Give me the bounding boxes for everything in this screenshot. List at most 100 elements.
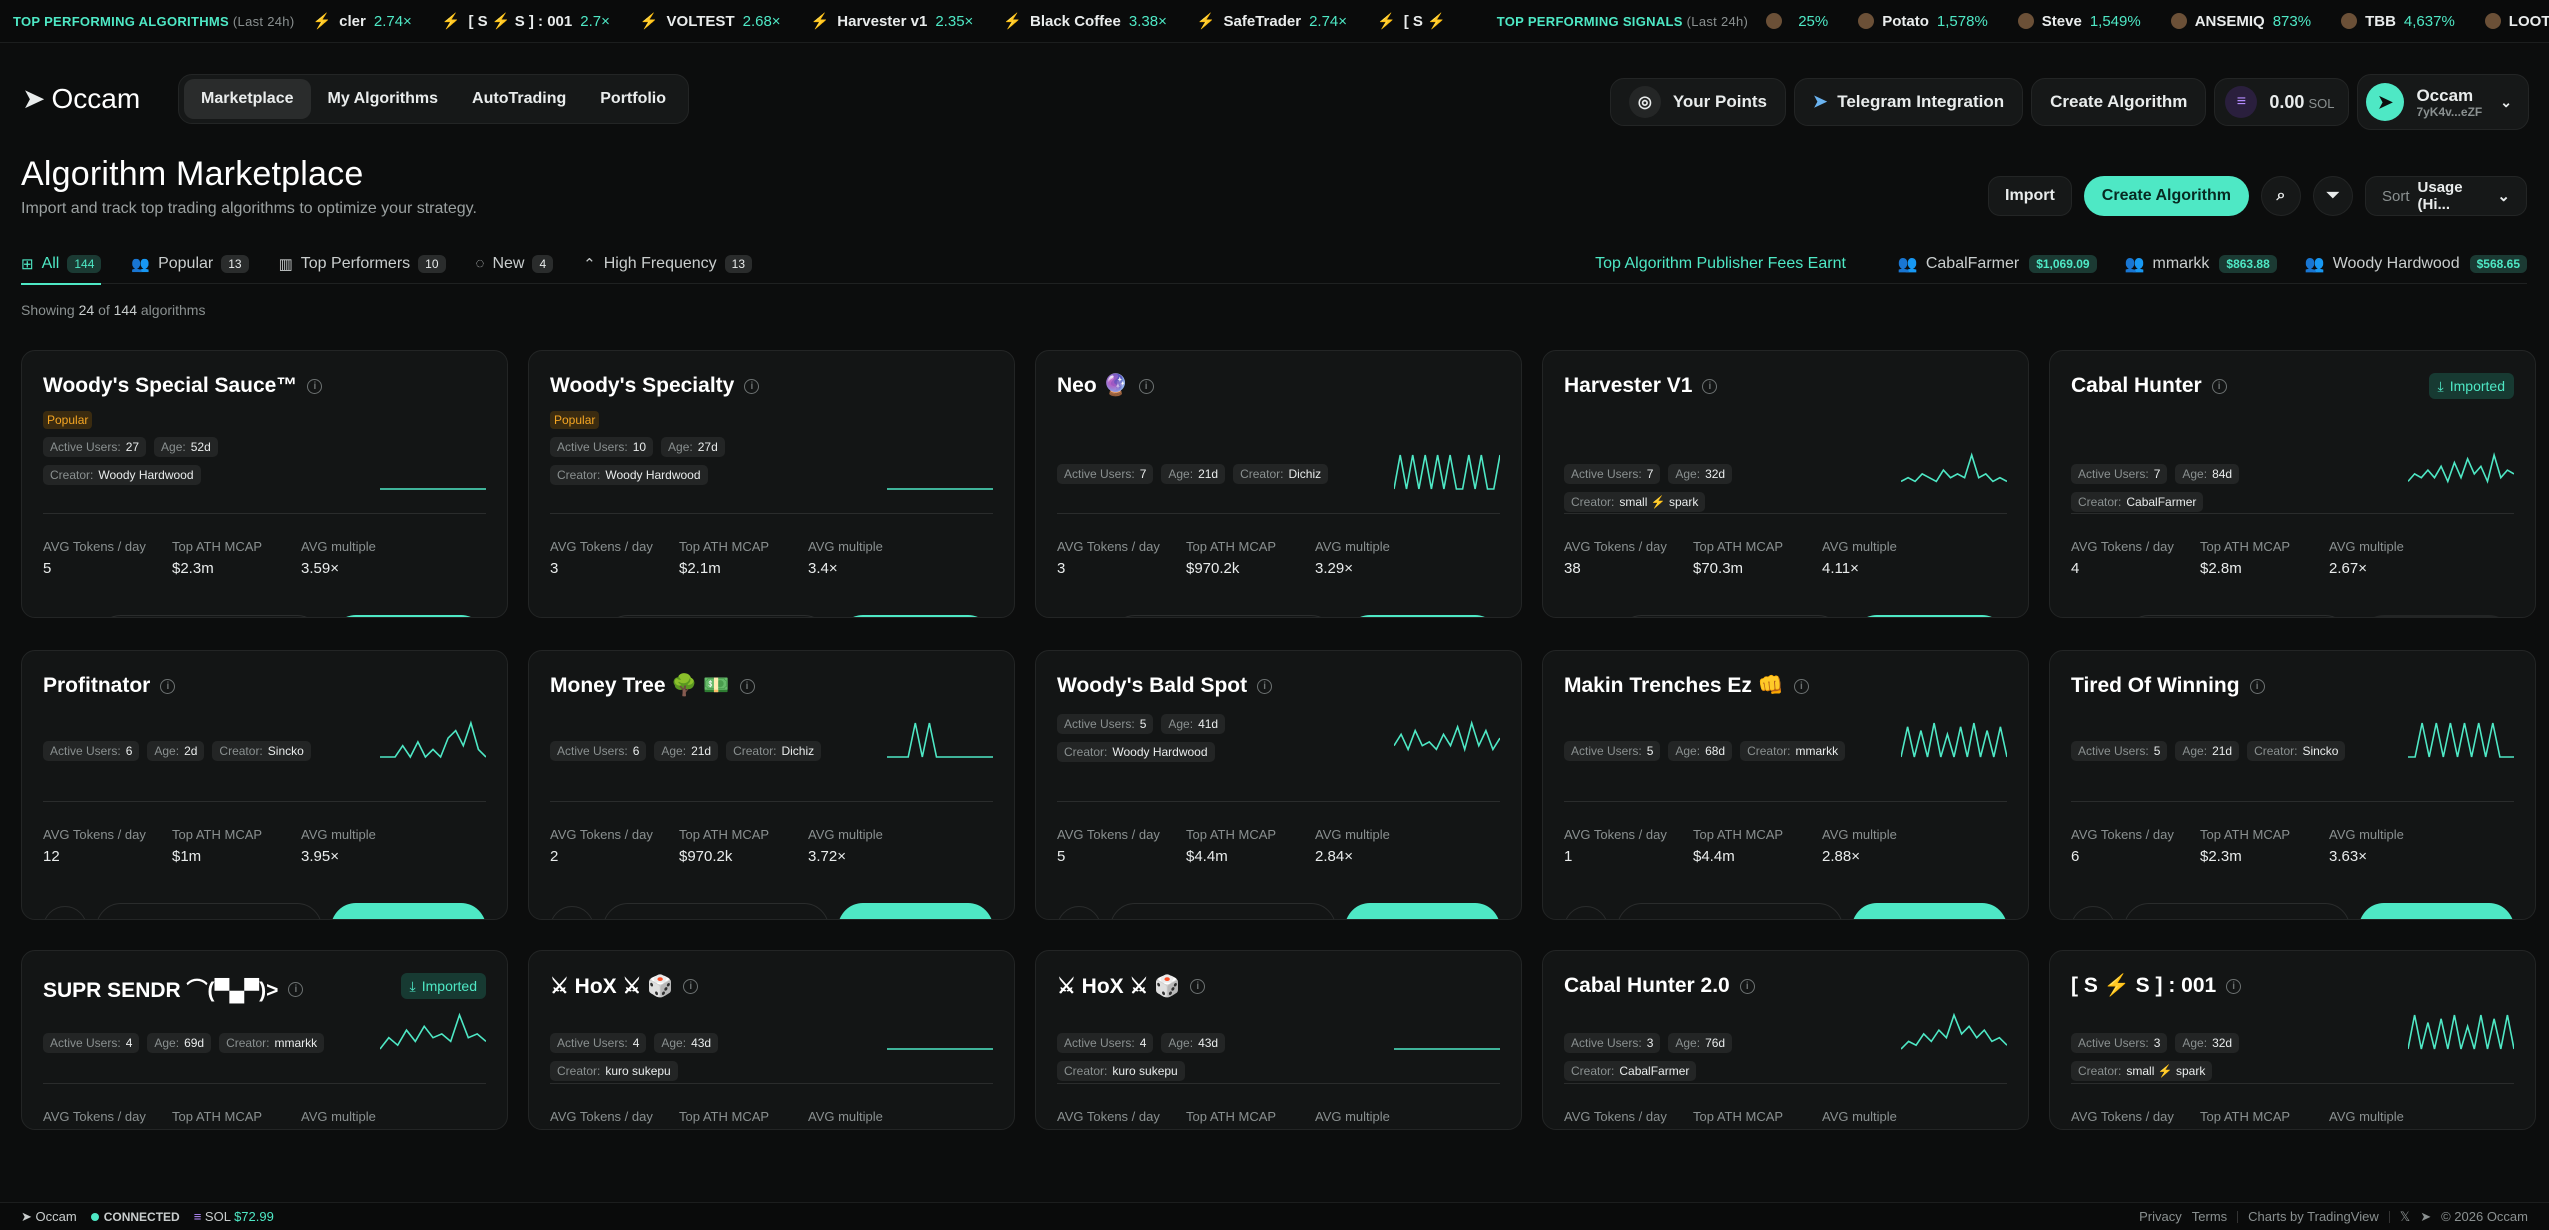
filter-tab-all[interactable]: ⊞ All 144 [21, 244, 102, 285]
import-button[interactable]: Import [331, 903, 486, 919]
ticker-item[interactable]: ⚡ VOLTEST 2.68× [640, 12, 781, 31]
ticker-item[interactable]: Steve 1,549% [2017, 13, 2141, 30]
palette-button[interactable]: 🎨 [550, 906, 594, 919]
info-icon[interactable]: i [739, 678, 755, 694]
algorithm-card[interactable]: Tired Of Winning i Active Users: 5 Age: 21d… [2049, 650, 2536, 920]
simulate-trades-button[interactable]: Simulate Trades [1110, 903, 1336, 919]
info-icon[interactable]: i [2211, 378, 2227, 394]
import-button[interactable]: Import [838, 615, 993, 617]
info-icon[interactable]: i [1793, 678, 1809, 694]
creator-chip[interactable]: Creator: CabalFarmer [1564, 1061, 1697, 1081]
filter-tab-high-frequency[interactable]: ⌃ High Frequency 13 [583, 244, 753, 284]
creator-chip[interactable]: Creator: mmarkk [1740, 741, 1846, 761]
creator-chip[interactable]: Creator: CabalFarmer [2071, 492, 2204, 512]
algorithm-card[interactable]: SUPR SENDR ⌒(▀▄▀)> i ⤓ Imported Active User… [21, 950, 508, 1130]
algorithm-card[interactable]: Woody's Bald Spot i Active Users: 5 Age: 41… [1035, 650, 1522, 920]
creator-chip[interactable]: Creator: mmarkk [219, 1033, 325, 1053]
creator-chip[interactable]: Creator: kuro sukepu [550, 1061, 678, 1081]
algorithm-card[interactable]: Makin Trenches Ez 👊 i Active Users: 5 Age:… [1542, 650, 2029, 920]
remove-button[interactable]: Remove [2359, 615, 2514, 617]
simulate-trades-button[interactable]: Simulate Trades [603, 903, 829, 919]
simulate-trades-button[interactable]: Simulate Trades [1110, 615, 1336, 617]
simulate-trades-button[interactable]: Simulate Trades [96, 903, 322, 919]
ticker-item[interactable]: ANSEMIQ 873% [2170, 13, 2311, 30]
filter-tab-popular[interactable]: 👥 Popular 13 [131, 244, 249, 284]
info-icon[interactable]: i [1702, 378, 1718, 394]
simulate-trades-button[interactable]: Simulate Trades [603, 615, 829, 617]
creator-chip[interactable]: Creator: kuro sukepu [1057, 1061, 1185, 1081]
algorithm-card[interactable]: [ S ⚡ S ] : 001 i Active Users: 3 Age: 32d … [2049, 950, 2536, 1130]
simulate-trades-button[interactable]: Simulate Trades [96, 615, 322, 617]
simulate-trades-button[interactable]: Simulate Trades [2124, 615, 2350, 617]
algorithm-card[interactable]: Profitnator i Active Users: 6 Age: 2d Creat… [21, 650, 508, 920]
algorithm-card[interactable]: Cabal Hunter 2.0 i Active Users: 3 Age: 76d… [1542, 950, 2029, 1130]
info-icon[interactable]: i [2249, 678, 2265, 694]
fee-publisher[interactable]: 👥 Woody Hardwood $568.65 [2305, 254, 2527, 274]
tab-portfolio[interactable]: Portfolio [583, 79, 683, 119]
ticker-item[interactable]: Potato 1,578% [1858, 13, 1988, 30]
telegram-integration-button[interactable]: ➤ Telegram Integration [1793, 78, 2024, 126]
algorithm-card[interactable]: Money Tree 🌳 💵 i Active Users: 6 Age: 21d C… [528, 650, 1015, 920]
ticker-item[interactable]: LOOT1,835% [2484, 13, 2549, 30]
info-icon[interactable]: i [307, 378, 323, 394]
simulate-trades-button[interactable]: Simulate Trades [1617, 903, 1843, 919]
algorithm-card[interactable]: Woody's Specialty i Popular Active Users: 1… [528, 350, 1015, 618]
simulate-trades-button[interactable]: Simulate Trades [2124, 903, 2350, 919]
sort-select[interactable]: Sort Usage (Hi... ⌄ [2365, 176, 2527, 216]
creator-chip[interactable]: Creator: Sincko [212, 741, 311, 761]
info-icon[interactable]: i [2226, 978, 2242, 994]
import-button[interactable]: Import [1852, 903, 2007, 919]
x-icon[interactable]: 𝕏 [2400, 1209, 2410, 1225]
import-button[interactable]: Import [838, 903, 993, 919]
info-icon[interactable]: i [1739, 978, 1755, 994]
creator-chip[interactable]: Creator: Woody Hardwood [550, 465, 708, 485]
algorithm-card[interactable]: ⚔ HoX ⚔ 🎲 i Active Users: 4 Age: 43d Creato… [528, 950, 1015, 1130]
logo[interactable]: ➤ Occam [22, 82, 140, 115]
ticker-item[interactable]: TBB 4,637% [2341, 13, 2455, 30]
filter-tab-new[interactable]: ◌ New 4 [476, 244, 554, 284]
tab-marketplace[interactable]: Marketplace [184, 79, 311, 119]
info-icon[interactable]: i [1138, 378, 1154, 394]
tradingview-link[interactable]: Charts by TradingView [2248, 1209, 2379, 1224]
simulate-trades-button[interactable]: Simulate Trades [1617, 615, 1843, 617]
info-icon[interactable]: i [1257, 678, 1273, 694]
ticker-item[interactable]: ⚡ Harvester v1 2.35× [811, 12, 974, 31]
terms-link[interactable]: Terms [2192, 1209, 2227, 1224]
palette-button[interactable]: 🎨 [1564, 906, 1608, 919]
filter-button[interactable]: ⏷ [2313, 176, 2353, 216]
creator-chip[interactable]: Creator: Dichiz [1233, 464, 1329, 484]
info-icon[interactable]: i [1190, 979, 1206, 994]
tab-my-algorithms[interactable]: My Algorithms [311, 79, 456, 119]
info-icon[interactable]: i [744, 378, 760, 394]
filter-tab-top-performers[interactable]: ▥ Top Performers 10 [279, 244, 446, 284]
creator-chip[interactable]: Creator: small ⚡ spark [1564, 492, 1706, 512]
wallet-balance[interactable]: ≡ 0.00 SOL [2214, 78, 2350, 126]
algorithm-card[interactable]: Cabal Hunter i ⤓ Imported Active Users: 7 Ag… [2049, 350, 2536, 618]
your-points-button[interactable]: ◎ Your Points [1609, 78, 1786, 126]
ticker-item[interactable]: ⚡ [ S ⚡ S ] : 001 2.7× [442, 12, 610, 31]
info-icon[interactable]: i [160, 678, 176, 694]
info-icon[interactable]: i [683, 979, 699, 994]
import-button[interactable]: Import [331, 615, 486, 617]
ticker-item[interactable]: ⚡ Black Coffee 3.38× [1003, 12, 1167, 31]
fee-publisher[interactable]: 👥 CabalFarmer $1,069.09 [1898, 254, 2097, 274]
algorithm-card[interactable]: Neo 🔮 i Active Users: 7 Age: 21d Creator: Di… [1035, 350, 1522, 618]
ticker-item[interactable]: ⚡ cler 2.74× [312, 12, 411, 31]
creator-chip[interactable]: Creator: Woody Hardwood [1057, 742, 1215, 762]
import-button[interactable]: Import [1988, 176, 2072, 216]
ticker-item[interactable]: 25% [1766, 13, 1828, 30]
fee-publisher[interactable]: 👥 mmarkk $863.88 [2125, 254, 2277, 274]
algorithm-card[interactable]: ⚔ HoX ⚔ 🎲 i Active Users: 4 Age: 43d Creato… [1035, 950, 1522, 1130]
account-menu[interactable]: ➤ Occam 7yK4v...eZF ⌄ [2357, 74, 2529, 130]
palette-button[interactable]: 🎨 [2071, 906, 2115, 919]
tab-autotrading[interactable]: AutoTrading [455, 79, 583, 119]
ticker-item[interactable]: ⚡ [ S ⚡ [1377, 12, 1454, 30]
creator-chip[interactable]: Creator: small ⚡ spark [2071, 1061, 2213, 1081]
palette-button[interactable]: 🎨 [43, 906, 87, 919]
import-button[interactable]: Import [1852, 615, 2007, 617]
algorithm-card[interactable]: Harvester V1 i Active Users: 7 Age: 32d Cre… [1542, 350, 2029, 618]
create-algorithm-button[interactable]: Create Algorithm [2083, 176, 2249, 216]
ticker-item[interactable]: ⚡ SafeTrader 2.74× [1197, 12, 1347, 31]
import-button[interactable]: Import [2359, 903, 2514, 919]
search-button[interactable]: ⌕ [2261, 176, 2301, 216]
